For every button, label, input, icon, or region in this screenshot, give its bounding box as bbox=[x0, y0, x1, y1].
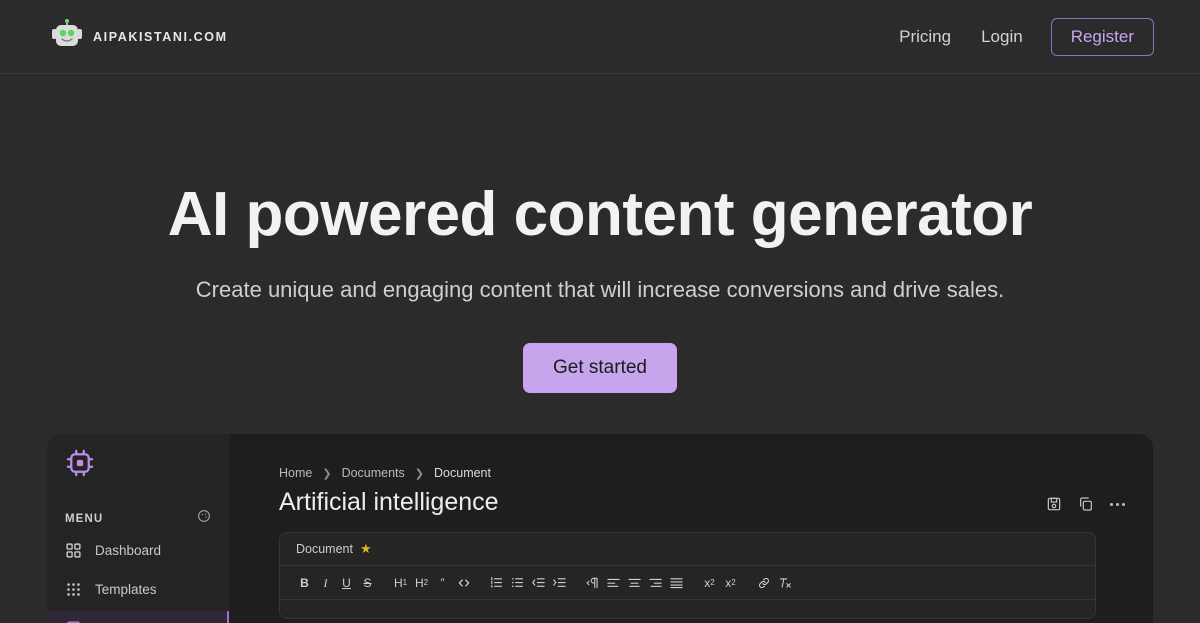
nav-link-login[interactable]: Login bbox=[979, 23, 1025, 51]
sidebar-menu-label: MENU bbox=[65, 512, 104, 525]
sidebar-item-documents[interactable]: Documents bbox=[47, 611, 229, 623]
site-header: AIPAKISTANI.COM Pricing Login Register bbox=[0, 0, 1200, 74]
hero-subtitle: Create unique and engaging content that … bbox=[195, 277, 1005, 302]
brand-name: AIPAKISTANI.COM bbox=[93, 29, 228, 44]
toolbar-heading-2[interactable]: H2 bbox=[411, 571, 432, 595]
toolbar-blockquote[interactable]: ” bbox=[432, 571, 453, 595]
hero-cta-wrap: Get started bbox=[0, 343, 1200, 393]
toolbar-outdent[interactable] bbox=[528, 571, 549, 595]
document-lines-icon bbox=[65, 620, 82, 623]
toolbar-align-center[interactable] bbox=[624, 571, 645, 595]
dots-grid-icon bbox=[65, 581, 82, 598]
editor-tab-bar: Document ★ bbox=[280, 533, 1095, 566]
star-icon[interactable]: ★ bbox=[360, 541, 372, 557]
document-editor: Document ★ B I U S H1 H2 ” x 2 x 2 bbox=[279, 532, 1096, 619]
chevron-right-icon: ❯ bbox=[414, 467, 425, 480]
breadcrumb-item-documents[interactable]: Documents bbox=[342, 466, 405, 480]
sidebar-menu-header: MENU bbox=[65, 509, 211, 528]
toolbar-italic[interactable]: I bbox=[315, 571, 336, 595]
brand-logo[interactable]: AIPAKISTANI.COM bbox=[50, 19, 228, 54]
ellipsis-icon[interactable] bbox=[1110, 502, 1125, 506]
copy-icon[interactable] bbox=[1078, 496, 1094, 512]
document-title: Artificial intelligence bbox=[279, 488, 499, 516]
toolbar-strikethrough[interactable]: S bbox=[357, 571, 378, 595]
toolbar-bold[interactable]: B bbox=[294, 571, 315, 595]
toolbar-superscript[interactable]: x2 bbox=[720, 571, 741, 595]
nav-link-pricing[interactable]: Pricing bbox=[897, 23, 953, 51]
editor-content-area[interactable] bbox=[280, 600, 1095, 618]
save-disk-icon[interactable] bbox=[1046, 496, 1062, 512]
toolbar-align-justify[interactable] bbox=[666, 571, 687, 595]
document-header: Artificial intelligence bbox=[279, 488, 1125, 517]
toolbar-align-right[interactable] bbox=[645, 571, 666, 595]
toolbar-align-left[interactable] bbox=[603, 571, 624, 595]
editor-tab-document[interactable]: Document bbox=[296, 542, 353, 556]
editor-toolbar: B I U S H1 H2 ” x 2 x 2 bbox=[280, 566, 1095, 600]
app-sidebar: MENU Dashboard Templates bbox=[47, 434, 229, 623]
toolbar-bullet-list[interactable] bbox=[507, 571, 528, 595]
grid-squares-icon bbox=[65, 542, 82, 559]
chevron-right-icon: ❯ bbox=[322, 467, 332, 480]
toolbar-ordered-list[interactable] bbox=[486, 571, 507, 595]
palette-icon[interactable] bbox=[197, 509, 211, 528]
toolbar-code-block[interactable] bbox=[453, 571, 474, 595]
app-main-panel: Home ❯ Documents ❯ Document Artificial i… bbox=[229, 434, 1153, 623]
sidebar-item-templates[interactable]: Templates bbox=[47, 572, 229, 606]
hero-section: AI powered content generator Create uniq… bbox=[0, 74, 1200, 393]
main-nav: Pricing Login Register bbox=[897, 17, 1154, 56]
breadcrumb-item-document: Document bbox=[434, 466, 491, 480]
sidebar-item-label: Templates bbox=[95, 581, 157, 597]
toolbar-text-direction[interactable] bbox=[582, 571, 603, 595]
document-actions bbox=[1046, 488, 1125, 512]
sidebar-item-label: Dashboard bbox=[95, 542, 162, 558]
toolbar-clear-formatting[interactable] bbox=[774, 571, 795, 595]
get-started-button[interactable]: Get started bbox=[523, 343, 677, 393]
toolbar-subscript[interactable]: x2 bbox=[699, 571, 720, 595]
toolbar-indent[interactable] bbox=[549, 571, 570, 595]
toolbar-underline[interactable]: U bbox=[336, 571, 357, 595]
robot-head-icon bbox=[50, 19, 84, 54]
toolbar-insert-link[interactable] bbox=[753, 571, 774, 595]
register-button[interactable]: Register bbox=[1050, 17, 1154, 56]
app-preview: MENU Dashboard Templates Home ❯ Document… bbox=[47, 434, 1153, 623]
sidebar-item-dashboard[interactable]: Dashboard bbox=[47, 533, 229, 567]
cpu-chip-icon[interactable] bbox=[65, 448, 229, 483]
breadcrumb-item-home[interactable]: Home bbox=[279, 466, 312, 480]
hero-title: AI powered content generator bbox=[167, 180, 1033, 249]
breadcrumb: Home ❯ Documents ❯ Document bbox=[279, 466, 1125, 480]
toolbar-heading-1[interactable]: H1 bbox=[390, 571, 411, 595]
